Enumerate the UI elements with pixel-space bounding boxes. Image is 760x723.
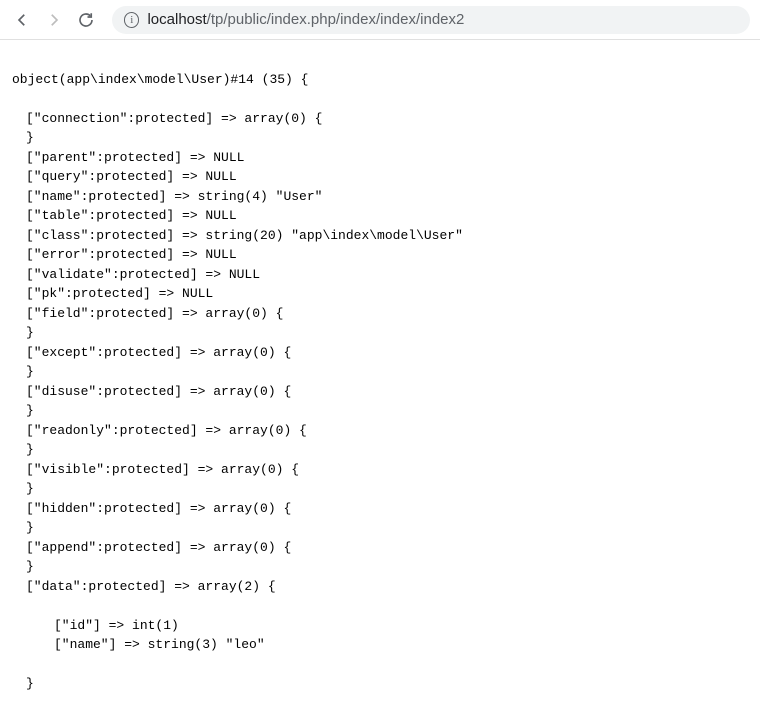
url-text: localhost/tp/public/index.php/index/inde… [147, 11, 738, 28]
dump-line: ["disuse":protected] => array(0) { [12, 382, 748, 402]
dump-data-inner: ["id"] => int(1)["name"] => string(3) "l… [12, 616, 748, 655]
dump-line: ["except":protected] => array(0) { [12, 343, 748, 363]
site-info-icon[interactable]: i [124, 12, 139, 28]
url-host: localhost [147, 11, 206, 28]
dump-data-close: } [12, 674, 748, 694]
dump-line: } [12, 401, 748, 421]
dump-body: ["connection":protected] => array(0) {}[… [12, 109, 748, 597]
dump-inner-line: ["name"] => string(3) "leo" [26, 635, 748, 655]
dump-line: ["class":protected] => string(20) "app\i… [12, 226, 748, 246]
dump-line: ["data":protected] => array(2) { [12, 577, 748, 597]
dump-line: ["field":protected] => array(0) { [12, 304, 748, 324]
dump-line: ["table":protected] => NULL [12, 206, 748, 226]
dump-line: } [12, 323, 748, 343]
dump-line: } [12, 557, 748, 577]
dump-line: } [12, 479, 748, 499]
dump-line: ["parent":protected] => NULL [12, 148, 748, 168]
dump-inner-line: ["id"] => int(1) [26, 616, 748, 636]
dump-line: ["hidden":protected] => array(0) { [12, 499, 748, 519]
url-path: /tp/public/index.php/index/index/index2 [207, 11, 465, 28]
dump-line: ["name":protected] => string(4) "User" [12, 187, 748, 207]
dump-line: } [12, 362, 748, 382]
dump-line: } [12, 128, 748, 148]
address-bar[interactable]: i localhost/tp/public/index.php/index/in… [112, 6, 750, 34]
dump-line: } [12, 518, 748, 538]
dump-line: ["connection":protected] => array(0) { [12, 109, 748, 129]
browser-toolbar: i localhost/tp/public/index.php/index/in… [0, 0, 760, 40]
dump-header: object(app\index\model\User)#14 (35) { [12, 70, 748, 90]
dump-line: } [12, 440, 748, 460]
dump-line: ["readonly":protected] => array(0) { [12, 421, 748, 441]
dump-line: ["validate":protected] => NULL [12, 265, 748, 285]
dump-line: ["append":protected] => array(0) { [12, 538, 748, 558]
page-content: object(app\index\model\User)#14 (35) { [… [0, 40, 760, 723]
dump-line: ["visible":protected] => array(0) { [12, 460, 748, 480]
dump-line: ["query":protected] => NULL [12, 167, 748, 187]
forward-button[interactable] [42, 8, 66, 32]
reload-button[interactable] [74, 8, 98, 32]
back-button[interactable] [10, 8, 34, 32]
dump-line: ["pk":protected] => NULL [12, 284, 748, 304]
dump-line: ["error":protected] => NULL [12, 245, 748, 265]
